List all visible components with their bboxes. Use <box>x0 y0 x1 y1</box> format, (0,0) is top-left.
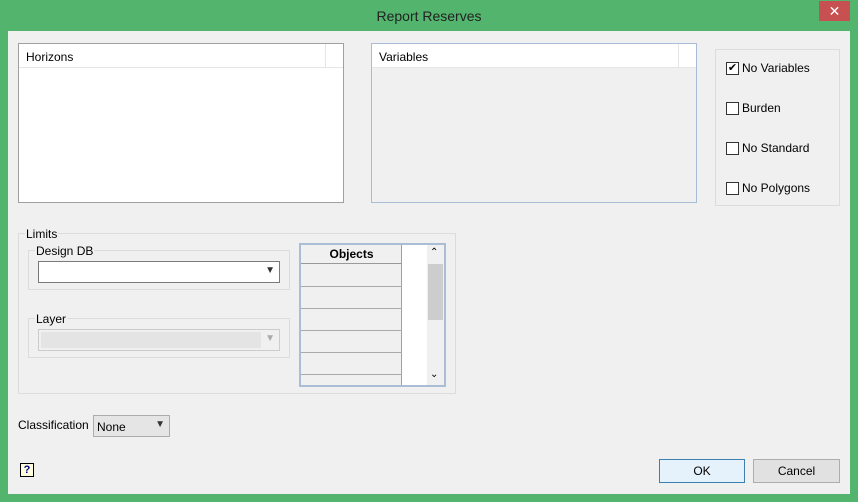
cancel-button[interactable]: Cancel <box>753 459 840 483</box>
close-button[interactable]: ✕ <box>819 1 850 21</box>
options-group: ✔ No Variables Burden No Standard No Poly… <box>715 49 840 206</box>
window-title: Report Reserves <box>376 8 482 24</box>
objects-header: Objects <box>301 245 402 264</box>
scroll-up-icon[interactable]: ⌃ <box>430 247 438 258</box>
chevron-down-icon: ▼ <box>265 333 275 344</box>
design-db-dropdown[interactable]: ▼ <box>38 261 280 283</box>
scroll-thumb[interactable] <box>428 264 443 320</box>
ok-button[interactable]: OK <box>659 459 745 483</box>
no-variables-checkbox[interactable]: ✔ No Variables <box>726 61 810 75</box>
no-polygons-checkbox[interactable]: No Polygons <box>726 181 810 195</box>
horizons-header: Horizons <box>26 50 74 64</box>
classification-label: Classification <box>18 418 89 432</box>
help-icon[interactable]: ? <box>20 463 34 477</box>
scroll-down-icon[interactable]: ⌄ <box>430 369 438 380</box>
checkmark-icon: ✔ <box>726 61 739 75</box>
limits-label: Limits <box>25 227 59 241</box>
variables-list[interactable]: Variables <box>371 43 697 203</box>
scrollbar[interactable]: ⌃ ⌄ <box>427 245 444 385</box>
objects-grid[interactable]: Objects ⌃ ⌄ <box>299 243 446 387</box>
horizons-list[interactable]: Horizons <box>18 43 344 203</box>
layer-dropdown[interactable]: ▼ <box>38 329 280 351</box>
no-standard-checkbox[interactable]: No Standard <box>726 141 809 155</box>
classification-dropdown[interactable]: None ▼ <box>93 415 170 437</box>
burden-checkbox[interactable]: Burden <box>726 101 781 115</box>
layer-label: Layer <box>35 312 68 326</box>
variables-header: Variables <box>379 50 429 64</box>
design-db-label: Design DB <box>35 244 95 258</box>
chevron-down-icon: ▼ <box>155 419 165 430</box>
chevron-down-icon: ▼ <box>265 265 275 276</box>
